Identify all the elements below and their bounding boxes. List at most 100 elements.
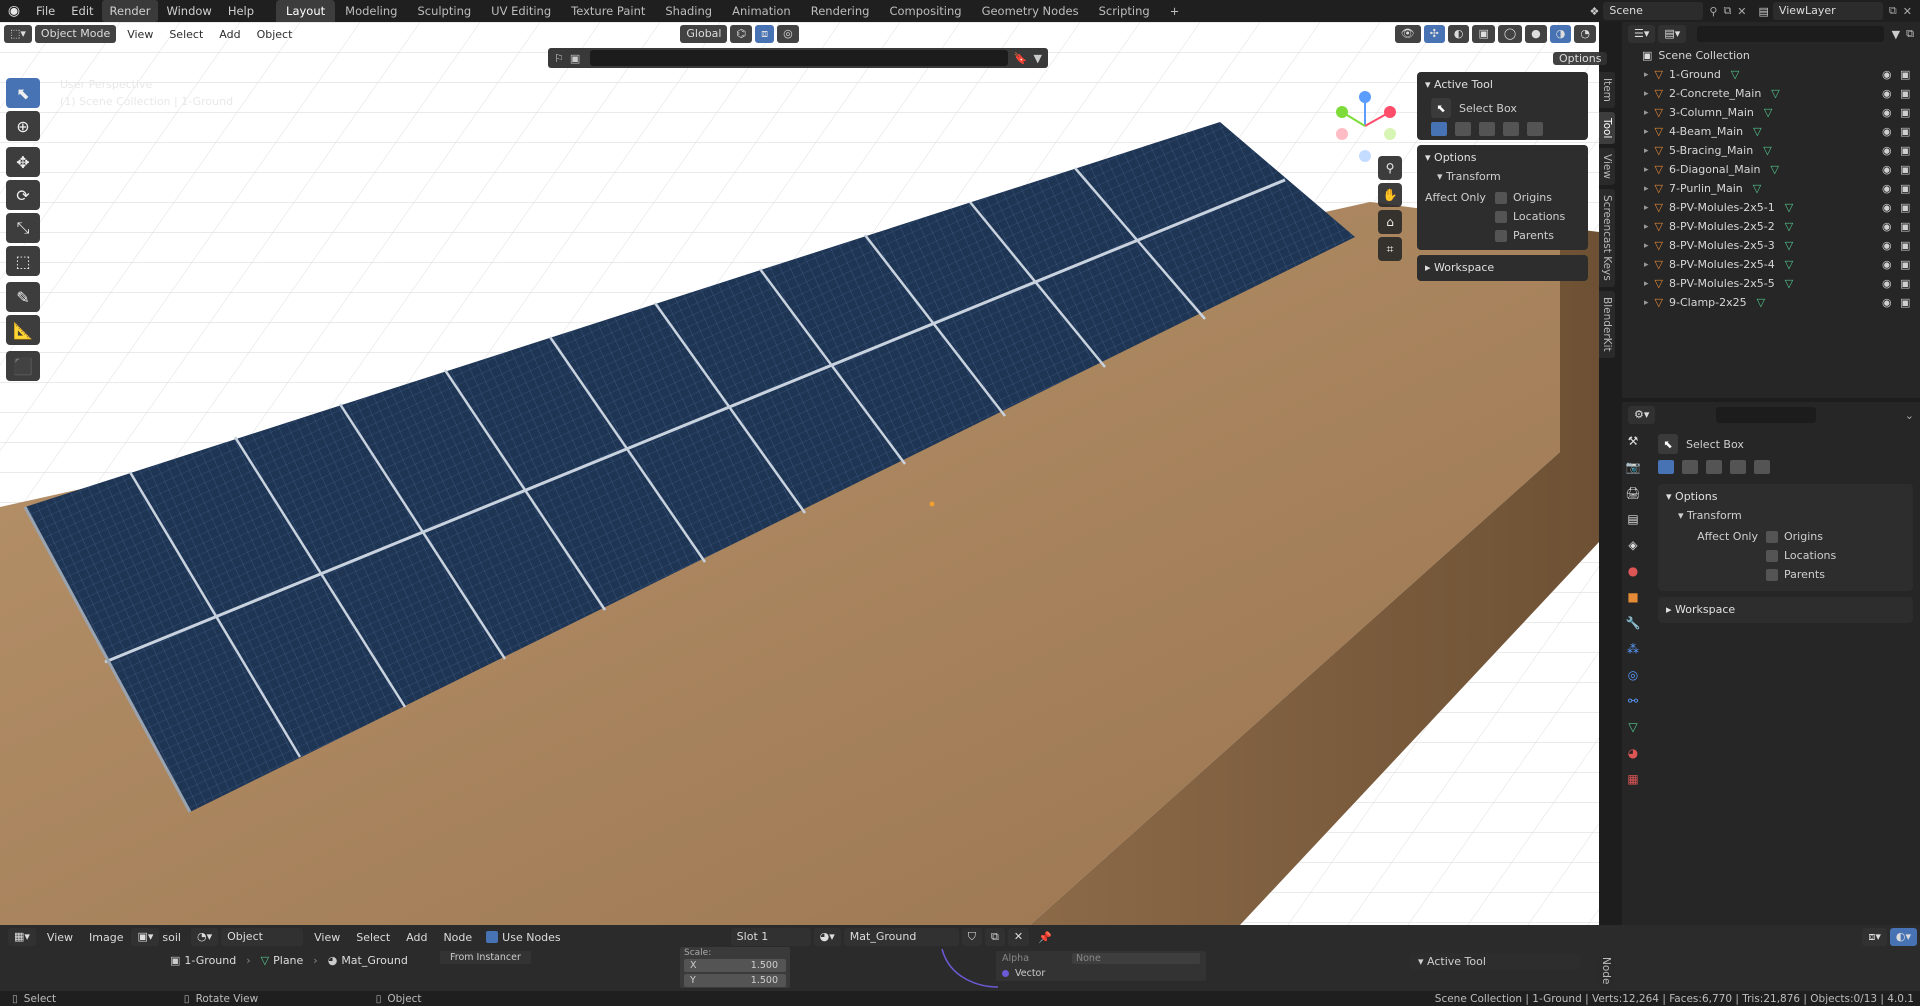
render-camera-icon[interactable]: ▣ (1900, 296, 1910, 309)
outliner-row[interactable]: ▸ ▽ 8-PV-Molules-2x5-2 ▽ ◉ ▣ (1622, 217, 1920, 236)
render-camera-icon[interactable]: ▣ (1900, 87, 1910, 100)
pan-hand-icon[interactable]: ✋ (1378, 183, 1402, 207)
delete-viewlayer-icon[interactable]: ✕ (1903, 5, 1912, 18)
funnel-icon[interactable]: ▼ (1034, 52, 1042, 65)
render-camera-icon[interactable]: ▣ (1900, 68, 1910, 81)
material-browse-icon[interactable]: ◕▾ (813, 928, 841, 946)
mode-intersect-icon[interactable] (1527, 122, 1543, 136)
menu-select[interactable]: Select (161, 28, 211, 41)
menu-file[interactable]: File (28, 0, 63, 22)
zoom-icon[interactable]: ⚲ (1378, 156, 1402, 180)
eye-icon[interactable]: ◉ (1882, 106, 1892, 119)
tab-tool[interactable]: Tool (1599, 111, 1615, 145)
move-tool-icon[interactable]: ✥ (6, 147, 40, 177)
render-camera-icon[interactable]: ▣ (1900, 201, 1910, 214)
mode-dropdown[interactable]: Object Mode (34, 25, 117, 43)
tab-screencast-keys[interactable]: Screencast Keys (1599, 189, 1615, 287)
node-sidebar-active-tool[interactable]: ▾ Active Tool (1410, 953, 1580, 970)
menu-window[interactable]: Window (158, 0, 219, 22)
render-camera-icon[interactable]: ▣ (1900, 106, 1910, 119)
menu-object[interactable]: Object (249, 28, 301, 41)
eye-icon[interactable]: ◉ (1882, 163, 1892, 176)
outliner-editor-icon[interactable]: ☰▾ (1628, 25, 1656, 43)
view-layer-field[interactable]: ViewLayer (1772, 2, 1883, 20)
mode-subtract-icon[interactable] (1479, 122, 1495, 136)
mesh-data-icon[interactable]: ▽ (1785, 258, 1793, 271)
image-editor-icon[interactable]: ▦▾ (8, 928, 36, 946)
outliner-row[interactable]: ▸ ▽ 5-Bracing_Main ▽ ◉ ▣ (1622, 141, 1920, 160)
node-menu-node[interactable]: Node (435, 931, 480, 944)
material-name-field[interactable]: Mat_Ground (843, 928, 959, 946)
pin-icon[interactable]: ⚲ (1709, 5, 1717, 18)
slot-dropdown[interactable]: Slot 1 (730, 928, 811, 946)
object-type-icon[interactable]: ▣ (570, 52, 580, 65)
outliner-search-input[interactable] (1697, 26, 1884, 42)
mesh-data-icon[interactable]: ▽ (1785, 220, 1793, 233)
menu-render[interactable]: Render (101, 0, 159, 22)
select-box-tool-icon[interactable]: ⬉ (6, 78, 40, 108)
object-tab-icon[interactable]: ■ (1622, 586, 1644, 608)
tab-blenderkit[interactable]: BlenderKit (1599, 290, 1615, 358)
expand-arrow-icon[interactable]: ▸ (1644, 108, 1649, 118)
measure-tool-icon[interactable]: 📐 (6, 315, 40, 345)
object-dropdown[interactable]: Object (221, 928, 304, 946)
display-mode-icon[interactable]: ▤▾ (1658, 25, 1687, 43)
mesh-data-icon[interactable]: ▽ (1731, 68, 1739, 81)
cursor-tool-icon[interactable]: ⊕ (6, 111, 40, 141)
snap-node-icon[interactable]: ⧈▾ (1862, 928, 1887, 946)
render-camera-icon[interactable]: ▣ (1900, 239, 1910, 252)
image-name-field[interactable]: soil (162, 931, 181, 944)
world-tab-icon[interactable]: ● (1622, 560, 1644, 582)
menu-view[interactable]: View (119, 28, 161, 41)
expand-arrow-icon[interactable]: ▸ (1644, 70, 1649, 80)
render-camera-icon[interactable]: ▣ (1900, 163, 1910, 176)
visibility-icon[interactable]: 👁 (1394, 25, 1421, 43)
mesh-data-icon[interactable]: ▽ (1785, 239, 1793, 252)
eye-icon[interactable]: ◉ (1882, 296, 1892, 309)
menu-help[interactable]: Help (220, 0, 262, 22)
texture-tab-icon[interactable]: ▦ (1622, 768, 1644, 790)
xray-icon[interactable]: ▣ (1472, 25, 1495, 43)
eye-icon[interactable]: ◉ (1882, 182, 1892, 195)
eye-icon[interactable]: ◉ (1882, 239, 1892, 252)
tab-scripting[interactable]: Scripting (1089, 0, 1160, 22)
viewlayer-icon[interactable]: ▤ (1759, 5, 1769, 18)
options-title[interactable]: ▾ Options (1425, 149, 1580, 167)
image-browse-icon[interactable]: ▣▾ (131, 928, 160, 946)
origins-checkbox[interactable] (1766, 530, 1778, 543)
material-tab-icon[interactable]: ◕ (1622, 742, 1644, 764)
shading-wire-icon[interactable]: ◯ (1497, 25, 1523, 43)
eye-icon[interactable]: ◉ (1882, 68, 1892, 81)
render-tab-icon[interactable]: 📷 (1622, 456, 1644, 478)
render-camera-icon[interactable]: ▣ (1900, 277, 1910, 290)
tab-sculpting[interactable]: Sculpting (407, 0, 481, 22)
outliner-row[interactable]: ▸ ▽ 9-Clamp-2x25 ▽ ◉ ▣ (1622, 293, 1920, 312)
add-cube-tool-icon[interactable]: ⬛ (6, 351, 40, 381)
render-camera-icon[interactable]: ▣ (1900, 144, 1910, 157)
options-title[interactable]: ▾ Options (1666, 488, 1905, 506)
image-menu-image[interactable]: Image (81, 931, 131, 944)
pin-icon[interactable]: 📌 (1038, 931, 1052, 944)
properties-search-input[interactable] (1716, 407, 1817, 423)
outliner-row[interactable]: ▸ ▽ 8-PV-Molules-2x5-5 ▽ ◉ ▣ (1622, 274, 1920, 293)
options-button[interactable]: Options (1553, 50, 1610, 68)
3d-viewport[interactable]: User Perspective (1) Scene Collection | … (0, 22, 1599, 925)
shading-material-icon[interactable]: ◑ (1549, 25, 1572, 43)
eye-icon[interactable]: ◉ (1882, 258, 1892, 271)
tab-compositing[interactable]: Compositing (879, 0, 971, 22)
physics-tab-icon[interactable]: ◎ (1622, 664, 1644, 686)
eye-icon[interactable]: ◉ (1882, 144, 1892, 157)
eye-icon[interactable]: ◉ (1882, 220, 1892, 233)
eye-icon[interactable]: ◉ (1882, 201, 1892, 214)
mesh-data-icon[interactable]: ▽ (1771, 87, 1779, 100)
workspace-panel[interactable]: ▸ Workspace (1658, 597, 1913, 623)
locations-checkbox[interactable] (1766, 549, 1778, 562)
render-camera-icon[interactable]: ▣ (1900, 125, 1910, 138)
workspace-panel[interactable]: ▸ Workspace (1417, 255, 1588, 281)
overlay-icon[interactable]: ◐ (1447, 25, 1470, 43)
breadcrumb-mesh[interactable]: Plane (273, 954, 303, 967)
expand-arrow-icon[interactable]: ▸ (1644, 298, 1649, 308)
mapping-node[interactable]: Scale: X 1.500 Y 1.500 (680, 947, 790, 988)
mode-invert-icon[interactable] (1730, 460, 1746, 474)
scale-y-field[interactable]: Y 1.500 (684, 974, 786, 987)
